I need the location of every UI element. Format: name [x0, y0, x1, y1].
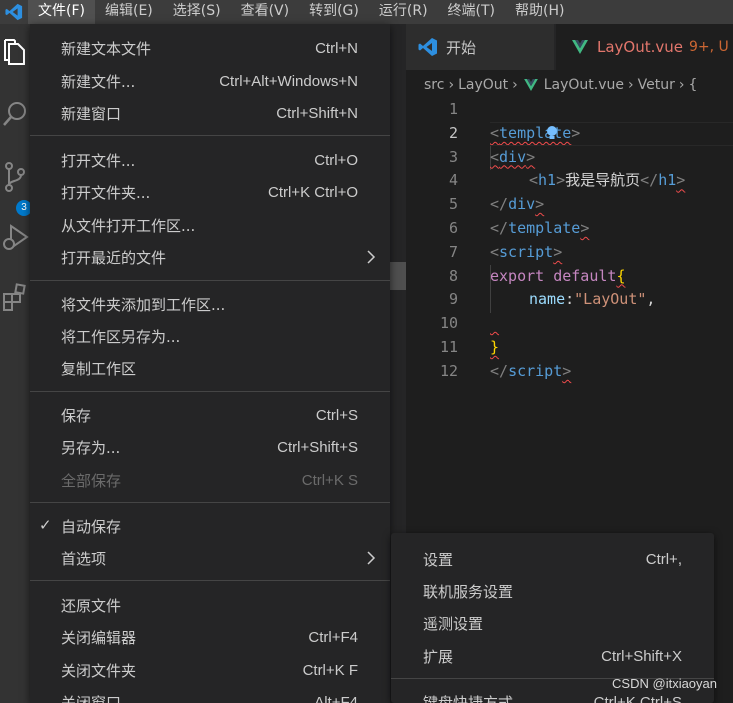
menu-item-extensions[interactable]: 扩展 Ctrl+Shift+X — [391, 640, 714, 672]
run-debug-icon[interactable] — [0, 222, 30, 252]
menu-separator — [30, 502, 390, 503]
menu-item-revert-file[interactable]: 还原文件 — [30, 589, 390, 621]
code-line: 2 <div> — [406, 121, 733, 166]
watermark: CSDN @itxiaoyan — [612, 676, 717, 691]
search-icon[interactable] — [0, 100, 30, 130]
scrollbar-thumb[interactable] — [390, 262, 406, 290]
code-line: 3 <h1>我是导航页</h1> — [406, 146, 733, 190]
menu-separator — [30, 580, 390, 581]
line-number: 1 — [448, 100, 458, 118]
chevron-right-icon — [366, 550, 376, 570]
line-number: 12 — [439, 361, 458, 380]
code-line: 9 — [406, 288, 733, 312]
breadcrumb-item[interactable]: LayOut — [458, 77, 508, 93]
line-number: 2 — [448, 123, 458, 142]
menu-bar: 文件(F) 编辑(E) 选择(S) 查看(V) 转到(G) 运行(R) 终端(T… — [0, 0, 733, 24]
menu-item-duplicate-workspace[interactable]: 复制工作区 — [30, 352, 390, 384]
breadcrumb: src › LayOut › LayOut.vue › Vetur › { — [406, 70, 733, 100]
menu-item-auto-save[interactable]: ✓ 自动保存 — [30, 510, 390, 542]
chevron-right-icon: › — [448, 77, 455, 93]
menu-item-open-workspace[interactable]: 从文件打开工作区... — [30, 209, 390, 241]
tab-label: LayOut.vue — [597, 38, 684, 56]
menu-help[interactable]: 帮助(H) — [505, 0, 574, 24]
menu-terminal[interactable]: 终端(T) — [438, 0, 505, 24]
line-number: 9 — [448, 290, 458, 309]
menu-item-new-file[interactable]: 新建文件... Ctrl+Alt+Windows+N — [30, 65, 390, 97]
code-line: 11 </script> — [406, 336, 733, 380]
menu-separator — [30, 391, 390, 392]
menu-selection[interactable]: 选择(S) — [163, 0, 231, 24]
breadcrumb-item[interactable]: src — [424, 77, 444, 93]
line-number: 5 — [448, 195, 458, 214]
code-line: 5 </template> — [406, 193, 733, 237]
code-line: 12 — [406, 360, 733, 384]
vscode-logo-icon — [418, 37, 438, 57]
code-line: 1 <template> — [406, 98, 733, 142]
code-line: 8 name:"LayOut", — [406, 265, 733, 309]
menu-separator — [30, 280, 390, 281]
menu-item-new-text-file[interactable]: 新建文本文件 Ctrl+N — [30, 32, 390, 64]
menu-item-close-window[interactable]: 关闭窗口 Alt+F4 — [30, 686, 390, 703]
vue-icon — [523, 79, 538, 91]
files-icon[interactable] — [0, 38, 30, 66]
line-number: 3 — [448, 147, 458, 166]
line-number: 4 — [448, 171, 458, 190]
code-editor[interactable]: 1 <template> 2 <div> 3 <h1>我是导航页</h1> 4 … — [406, 98, 733, 384]
check-icon: ✓ — [39, 516, 52, 534]
menu-item-open-folder[interactable]: 打开文件夹... Ctrl+K Ctrl+O — [30, 176, 390, 208]
extensions-icon[interactable] — [0, 282, 30, 312]
menu-item-save-workspace-as[interactable]: 将工作区另存为... — [30, 320, 390, 352]
code-line: 4 </div> — [406, 169, 733, 213]
code-line: 6 <script> — [406, 217, 733, 261]
tab-label: 开始 — [446, 38, 477, 57]
menu-edit[interactable]: 编辑(E) — [95, 0, 163, 24]
menu-item-save[interactable]: 保存 Ctrl+S — [30, 399, 390, 431]
menu-item-save-all: 全部保存 Ctrl+K S — [61, 471, 358, 490]
tab-layout-vue[interactable]: LayOut.vue 9+, U — [556, 24, 733, 70]
line-number: 7 — [448, 242, 458, 261]
menu-item-open-recent[interactable]: 打开最近的文件 — [30, 241, 390, 273]
menu-item-settings[interactable]: 设置 Ctrl+, — [391, 543, 714, 575]
chevron-right-icon: › — [628, 77, 634, 93]
tab-problem-status: 9+, U — [689, 39, 729, 55]
menu-item-online-services[interactable]: 联机服务设置 — [391, 575, 714, 607]
line-number: 11 — [439, 337, 458, 356]
menu-item-open-file[interactable]: 打开文件... Ctrl+O — [30, 144, 390, 176]
vscode-logo-icon — [0, 0, 28, 24]
menu-item-telemetry[interactable]: 遥测设置 — [391, 607, 714, 639]
menu-item-close-folder[interactable]: 关闭文件夹 Ctrl+K F — [30, 654, 390, 686]
breadcrumb-item[interactable]: Vetur — [638, 77, 675, 93]
vue-icon — [572, 40, 588, 54]
menu-view[interactable]: 查看(V) — [231, 0, 300, 24]
menu-item-close-editor[interactable]: 关闭编辑器 Ctrl+F4 — [30, 621, 390, 653]
file-menu: 新建文本文件 Ctrl+N 新建文件... Ctrl+Alt+Windows+N 新… — [30, 24, 390, 703]
chevron-right-icon — [366, 249, 376, 269]
activity-bar: 3 — [0, 24, 32, 703]
tab-start[interactable]: 开始 — [406, 24, 554, 70]
line-number: 10 — [439, 314, 458, 333]
menu-item-add-folder[interactable]: 将文件夹添加到工作区... — [30, 288, 390, 320]
source-control-icon[interactable] — [0, 160, 30, 194]
line-number: 8 — [448, 266, 458, 285]
line-number: 6 — [448, 218, 458, 237]
chevron-right-icon: › — [512, 77, 518, 93]
menu-item-new-window[interactable]: 新建窗口 Ctrl+Shift+N — [30, 97, 390, 129]
menu-item-preferences[interactable]: 首选项 — [30, 542, 390, 574]
menu-run[interactable]: 运行(R) — [369, 0, 438, 24]
menu-item-save-as[interactable]: 另存为... Ctrl+Shift+S — [30, 431, 390, 463]
chevron-right-icon: › — [678, 77, 685, 93]
current-line-highlight — [490, 121, 733, 146]
menu-file[interactable]: 文件(F) — [28, 0, 95, 24]
editor-tab-bar: 开始 LayOut.vue 9+, U — [406, 24, 733, 70]
code-line: 10 } — [406, 312, 733, 356]
code-line: 7 export default{ — [406, 241, 733, 285]
menu-go[interactable]: 转到(G) — [299, 0, 369, 24]
breadcrumb-item[interactable]: LayOut.vue — [544, 77, 624, 93]
breadcrumb-item[interactable]: { — [688, 77, 697, 93]
menu-separator — [30, 135, 390, 136]
